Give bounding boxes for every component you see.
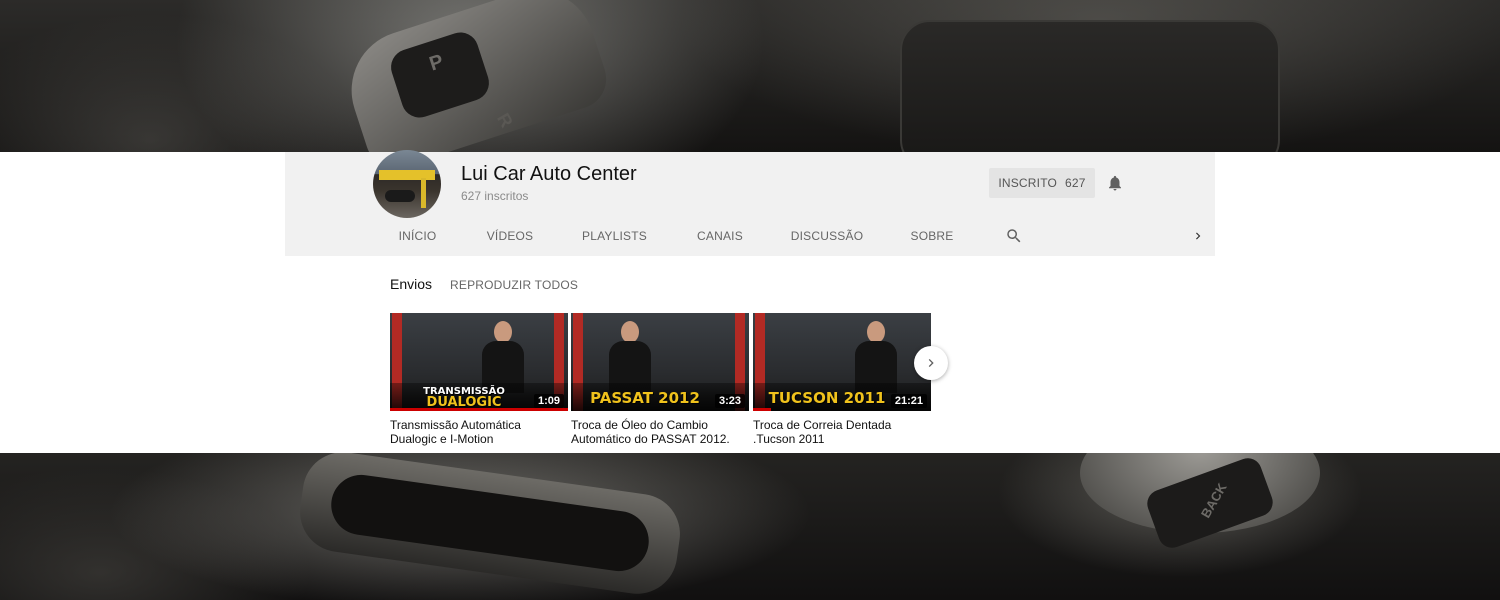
- play-all-button[interactable]: REPRODUZIR TODOS: [450, 278, 578, 292]
- watch-progress: [390, 408, 568, 411]
- thumb-person: [480, 321, 526, 393]
- video-title[interactable]: Transmissão Automática Dualogic e I-Moti…: [390, 418, 568, 446]
- tab-playlists[interactable]: PLAYLISTS: [558, 216, 671, 256]
- chevron-right-icon[interactable]: [1191, 229, 1205, 243]
- subscriber-count: 627 inscritos: [461, 189, 529, 203]
- video-card[interactable]: PASSAT 2012 3:23 Troca de Óleo do Cambio…: [571, 313, 749, 446]
- avatar-pillar: [421, 178, 426, 208]
- video-card[interactable]: TUCSON 2011 21:21 Troca de Correia Denta…: [753, 313, 931, 446]
- avatar-sign: [379, 170, 435, 180]
- video-card[interactable]: TRANSMISSÃO DUALOGIC 1:09 Transmissão Au…: [390, 313, 568, 446]
- subscribe-count: 627: [1065, 176, 1086, 190]
- shelf-next-button[interactable]: [914, 346, 948, 380]
- video-thumbnail[interactable]: TRANSMISSÃO DUALOGIC 1:09: [390, 313, 568, 411]
- channel-tabs: INÍCIO VÍDEOS PLAYLISTS CANAIS DISCUSSÃO…: [373, 216, 979, 256]
- video-thumbnail[interactable]: PASSAT 2012 3:23: [571, 313, 749, 411]
- watch-progress: [753, 408, 771, 411]
- channel-header: Lui Car Auto Center 627 inscritos INSCRI…: [285, 150, 1215, 256]
- background-photo-bottom: BACK: [0, 453, 1500, 600]
- video-thumbnail[interactable]: TUCSON 2011 21:21: [753, 313, 931, 411]
- video-title[interactable]: Troca de Óleo do Cambio Automático do PA…: [571, 418, 749, 446]
- video-duration: 1:09: [533, 394, 564, 408]
- avatar-car: [385, 190, 415, 202]
- thumb-person-head: [621, 321, 639, 343]
- tab-videos[interactable]: VÍDEOS: [462, 216, 558, 256]
- subscribe-label: INSCRITO: [998, 176, 1058, 190]
- bell-icon[interactable]: [1106, 173, 1124, 193]
- thumb-caption: TRANSMISSÃO DUALOGIC: [390, 386, 538, 409]
- search-icon[interactable]: [1005, 227, 1023, 245]
- thumb-person-head: [494, 321, 512, 343]
- channel-page: Lui Car Auto Center 627 inscritos INSCRI…: [0, 150, 1500, 453]
- channel-avatar[interactable]: [373, 150, 441, 218]
- thumb-caption: PASSAT 2012: [590, 389, 700, 407]
- shelf-title: Envios: [390, 276, 433, 292]
- tab-canais[interactable]: CANAIS: [671, 216, 769, 256]
- thumb-caption: TUCSON 2011: [768, 389, 886, 407]
- background-photo-top: P R: [0, 0, 1500, 152]
- video-title[interactable]: Troca de Correia Dentada .Tucson 2011: [753, 418, 931, 446]
- video-duration: 21:21: [890, 394, 927, 408]
- tab-discussao[interactable]: DISCUSSÃO: [769, 216, 885, 256]
- thumb-person: [607, 321, 653, 393]
- chevron-right-icon: [928, 359, 934, 367]
- thumb-person-head: [867, 321, 885, 343]
- subscribe-button[interactable]: INSCRITO 627: [989, 168, 1095, 198]
- thumb-person: [853, 321, 899, 393]
- tab-sobre[interactable]: SOBRE: [885, 216, 979, 256]
- video-duration: 3:23: [714, 394, 745, 408]
- tab-inicio[interactable]: INÍCIO: [373, 216, 462, 256]
- channel-name: Lui Car Auto Center: [461, 163, 637, 185]
- console-pad: [900, 20, 1280, 152]
